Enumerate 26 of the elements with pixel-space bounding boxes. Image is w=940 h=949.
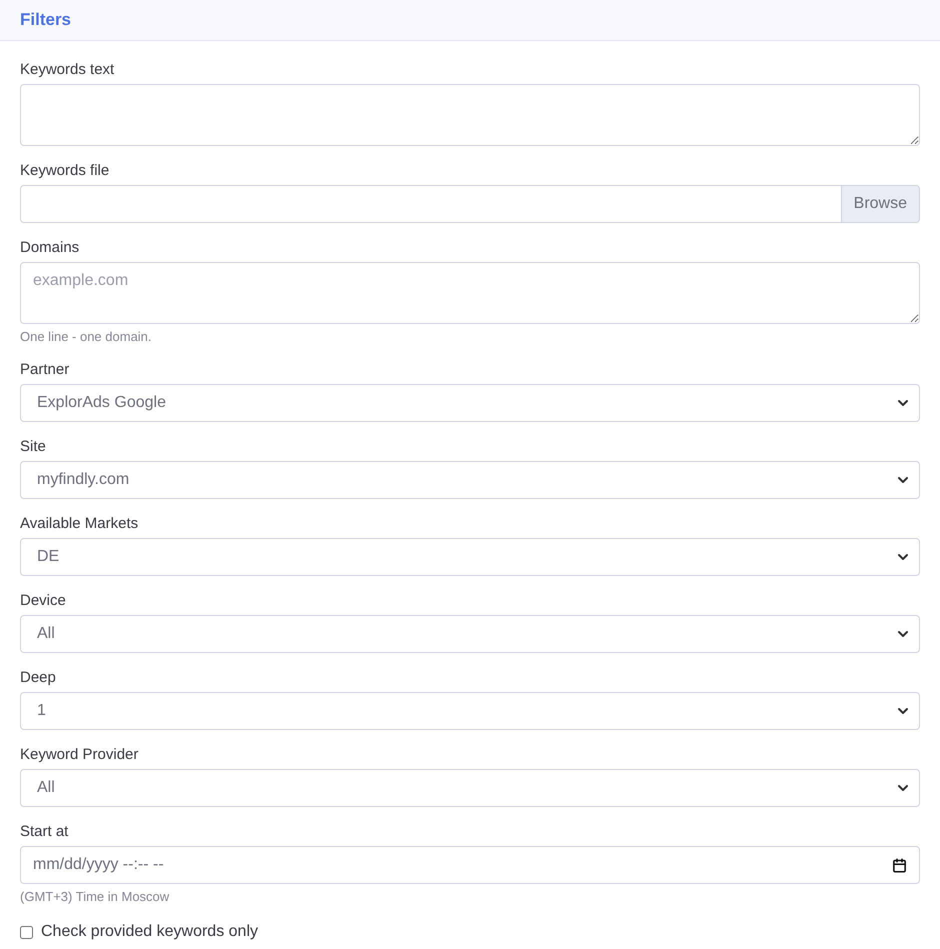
field-label: Domains — [20, 238, 80, 258]
select-field[interactable]: All — [20, 615, 920, 653]
text-area[interactable]: example.com — [20, 262, 920, 324]
field-label: Device — [20, 591, 67, 611]
field-label: Partner — [20, 360, 70, 380]
checkbox-label: Check provided keywords only — [41, 922, 258, 942]
field-label: Keywords text — [20, 60, 116, 80]
help-text: (GMT+3) Time in Moscow — [20, 889, 170, 905]
select-field[interactable]: 1 — [20, 692, 920, 730]
field-label: Available Markets — [20, 514, 140, 534]
calendar-icon — [892, 858, 907, 872]
browse-button[interactable]: Browse — [840, 186, 919, 222]
select-field[interactable]: ExplorAds Google — [20, 384, 920, 422]
checkbox[interactable] — [20, 926, 33, 938]
header-title: Filters — [20, 9, 72, 32]
field-label: Start at — [20, 822, 70, 842]
file-input[interactable]: Browse — [20, 185, 920, 223]
select-field[interactable]: All — [20, 769, 920, 807]
field-label: Keyword Provider — [20, 745, 140, 765]
field-label: Deep — [20, 668, 57, 688]
select-field[interactable]: DE — [20, 538, 920, 576]
datetime-field[interactable]: mm/dd/yyyy --:-- -- — [20, 846, 920, 884]
select-field[interactable]: myfindly.com — [20, 461, 920, 499]
field-label: Site — [20, 437, 47, 457]
field-label: Keywords file — [20, 161, 110, 181]
help-text: One line - one domain. — [20, 329, 153, 345]
